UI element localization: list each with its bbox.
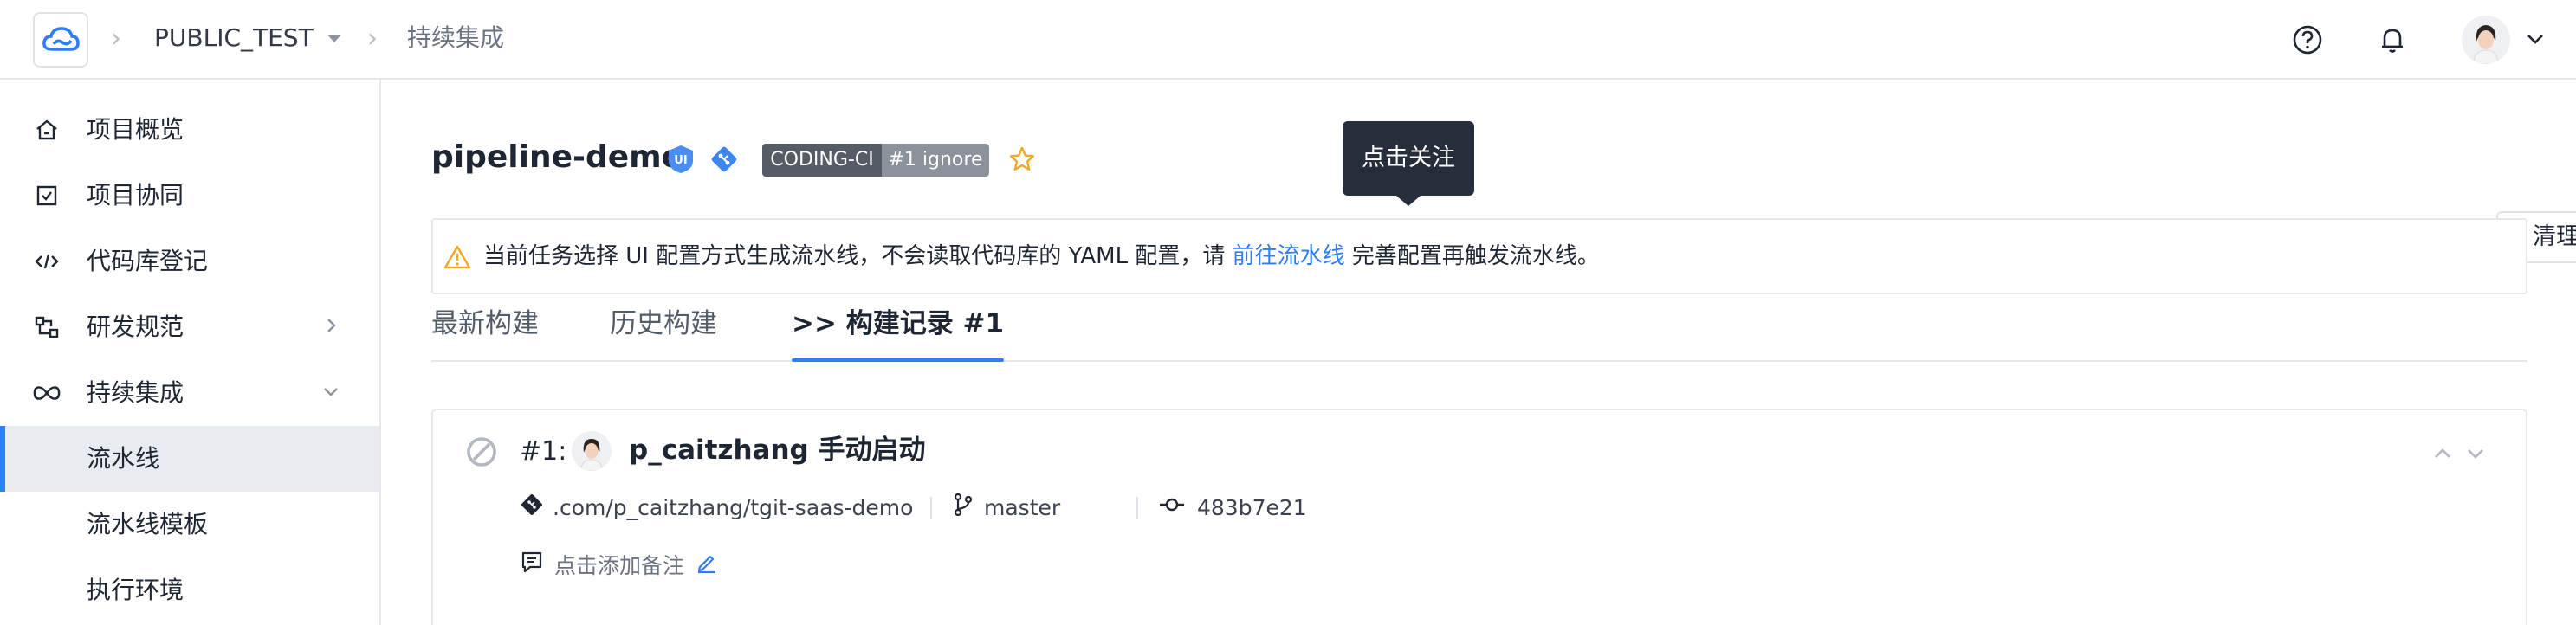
app-page: › PUBLIC_TEST › 持续集成 项目概览 项目协同 代码库登记 研发规… [0, 0, 2576, 625]
branch-icon [951, 493, 975, 522]
warning-banner: 当前任务选择 UI 配置方式生成流水线，不会读取代码库的 YAML 配置，请 前… [431, 218, 2527, 294]
sidebar: 项目概览 项目协同 代码库登记 研发规范 持续集成 流水线 流水线模板 执行环境 [0, 80, 381, 625]
go-to-pipeline-link[interactable]: 前往流水线 [1233, 243, 1345, 269]
cancelled-status-icon [466, 436, 497, 467]
warning-text-before: 当前任务选择 UI 配置方式生成流水线，不会读取代码库的 YAML 配置，请 [483, 243, 1226, 269]
page-title: pipeline-demo [431, 139, 683, 175]
git-icon [709, 144, 740, 175]
chevron-down-icon [320, 381, 341, 405]
sidebar-item-label: 项目协同 [87, 181, 184, 209]
build-number: #1: [520, 436, 567, 467]
repo-info[interactable]: .com/p_caitzhang/tgit-saas-demo [520, 490, 913, 525]
divider [930, 497, 932, 519]
bell-icon[interactable] [2373, 21, 2411, 59]
commit-hash: 483b7e21 [1197, 494, 1307, 520]
build-user-avatar [572, 431, 612, 471]
svg-text:UI: UI [674, 154, 687, 167]
sidebar-item-ci[interactable]: 持续集成 [0, 360, 379, 426]
user-avatar[interactable] [2462, 16, 2510, 64]
sidebar-item-exec-env[interactable]: 执行环境 [0, 557, 379, 623]
commit-icon [1159, 493, 1185, 522]
warning-icon [443, 244, 471, 270]
flow-icon [33, 313, 61, 341]
ui-config-badge-icon: UI [665, 144, 696, 175]
home-icon [33, 116, 61, 144]
sidebar-item-project-overview[interactable]: 项目概览 [0, 97, 379, 163]
breadcrumb-project[interactable]: PUBLIC_TEST [154, 23, 314, 54]
warning-text-after: 完善配置再触发流水线。 [1351, 243, 1600, 269]
follow-tooltip: 点击关注 [1343, 121, 1474, 206]
edit-pencil-icon[interactable] [695, 550, 719, 579]
branch-name: master [984, 494, 1061, 520]
sidebar-item-label: 流水线 [87, 444, 160, 473]
code-icon [33, 248, 61, 275]
infinity-icon [33, 379, 61, 407]
user-menu-chevron-down-icon[interactable] [2524, 28, 2547, 54]
cloud-logo-icon[interactable] [33, 12, 88, 68]
repo-path: .com/p_caitzhang/tgit-saas-demo [553, 494, 914, 520]
sidebar-item-label: 研发规范 [87, 312, 184, 341]
sidebar-item-label: 项目概览 [87, 115, 184, 144]
tab-history-build[interactable]: 历史构建 [610, 301, 717, 362]
build-tabs: 最新构建 历史构建 >> 构建记录 #1 [431, 301, 2527, 362]
sidebar-item-project-collab[interactable]: 项目协同 [0, 163, 379, 229]
star-icon[interactable] [1006, 144, 1038, 175]
breadcrumb-current-page: 持续集成 [407, 23, 505, 52]
breadcrumb-separator-icon: › [367, 23, 378, 54]
help-icon[interactable] [2288, 21, 2327, 59]
add-note[interactable]: 点击添加备注 [520, 547, 719, 582]
clean-button-label: 清理 [2533, 223, 2576, 250]
collapse-expand-icon[interactable] [2430, 441, 2488, 469]
breadcrumb-separator-icon: › [111, 23, 121, 54]
main-content: 点击关注 pipeline-demo UI CODING-CI #1 ignor… [383, 80, 2576, 625]
tab-latest-build[interactable]: 最新构建 [431, 301, 539, 362]
sidebar-item-label: 持续集成 [87, 378, 184, 407]
sidebar-item-pipeline-template[interactable]: 流水线模板 [0, 492, 379, 557]
checkbox-icon [33, 182, 61, 209]
divider [1136, 497, 1138, 519]
project-dropdown-icon[interactable] [327, 35, 341, 42]
build-record-card: #1: p_caitzhang 手动启动 .com/p_caitzhang/tg… [431, 409, 2527, 625]
sidebar-item-code-repo[interactable]: 代码库登记 [0, 229, 379, 294]
ci-tag: CODING-CI [762, 144, 882, 177]
sidebar-item-label: 执行环境 [87, 576, 184, 604]
ci-tag-value: #1 ignore [882, 144, 989, 177]
comment-icon [520, 550, 544, 579]
commit-info[interactable]: 483b7e21 [1159, 490, 1307, 525]
git-icon [520, 493, 544, 522]
top-bar: › PUBLIC_TEST › 持续集成 [0, 0, 2576, 80]
chevron-right-icon [320, 315, 341, 339]
branch-info[interactable]: master [951, 490, 1060, 525]
sidebar-item-label: 代码库登记 [87, 247, 209, 275]
add-note-label: 点击添加备注 [554, 553, 685, 578]
sidebar-item-pipeline[interactable]: 流水线 [0, 426, 379, 492]
warning-text: 当前任务选择 UI 配置方式生成流水线，不会读取代码库的 YAML 配置，请 前… [483, 241, 1600, 272]
sidebar-item-dev-standards[interactable]: 研发规范 [0, 294, 379, 360]
build-title: p_caitzhang 手动启动 [629, 435, 926, 466]
tab-build-record[interactable]: >> 构建记录 #1 [792, 301, 1005, 362]
sidebar-item-label: 流水线模板 [87, 510, 209, 538]
